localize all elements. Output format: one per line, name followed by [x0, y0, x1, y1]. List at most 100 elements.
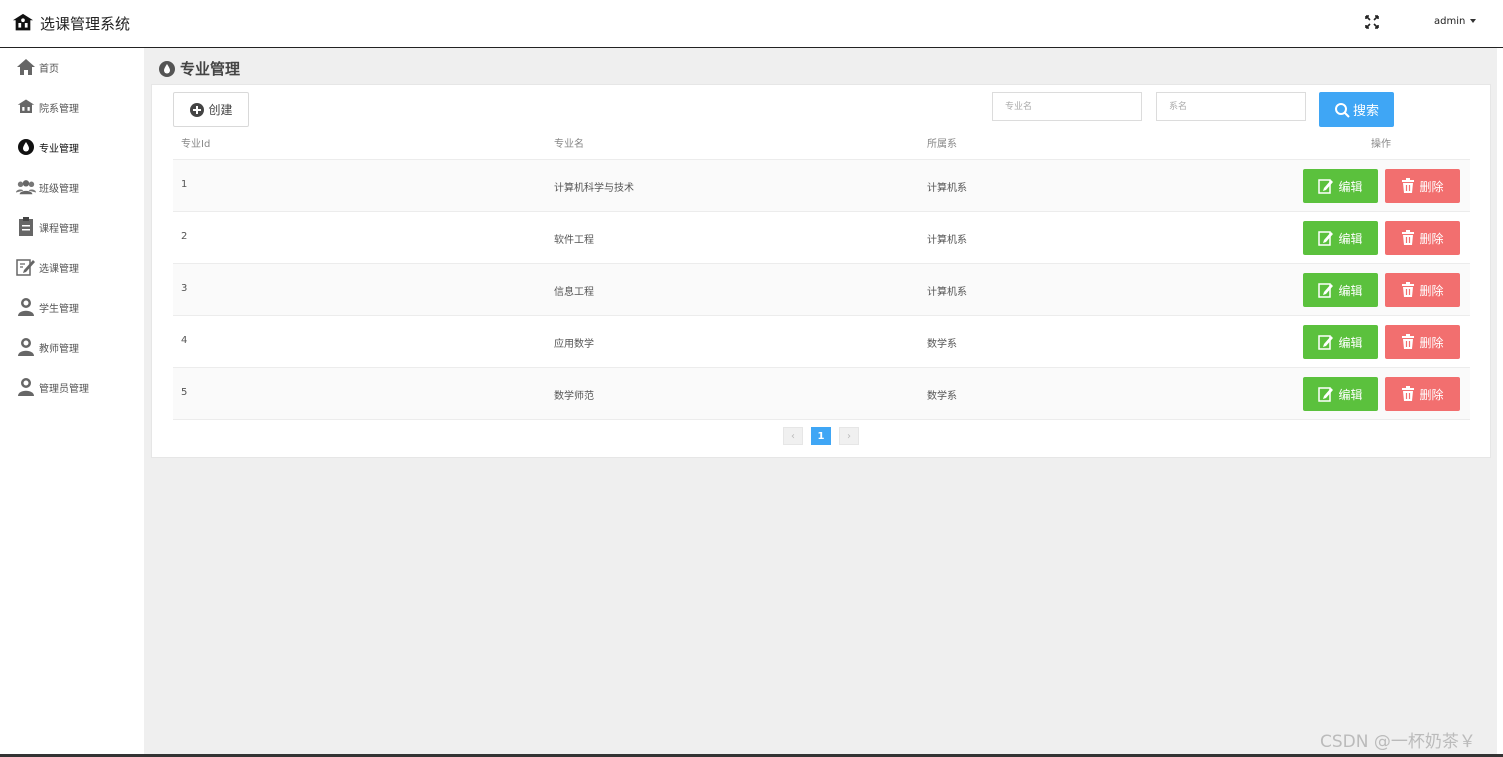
delete-button[interactable]: 删除 — [1385, 273, 1460, 307]
sidebar: 首页 院系管理 专业管理 班级管理 课程管理 选课管理 学生管理 教师管理 管理… — [0, 48, 144, 755]
dept-name-input[interactable] — [1156, 92, 1306, 121]
group-icon — [16, 177, 36, 197]
sidebar-item-teacher[interactable]: 教师管理 — [16, 336, 79, 358]
cell-id: 2 — [181, 231, 188, 242]
drop-icon — [159, 60, 175, 77]
sidebar-item-admin[interactable]: 管理员管理 — [16, 376, 89, 398]
edit-button[interactable]: 编辑 — [1303, 377, 1378, 411]
table-row: 4 应用数学 数学系 编辑 删除 — [173, 316, 1470, 368]
table-header: 专业Id 专业名 所属系 操作 — [173, 125, 1470, 160]
app-title: 选课管理系统 — [40, 14, 131, 33]
edit-label: 编辑 — [1338, 387, 1363, 402]
table-row: 3 信息工程 计算机系 编辑 删除 — [173, 264, 1470, 316]
col-header-actions: 操作 — [1371, 139, 1391, 150]
add-circle-icon — [190, 102, 205, 117]
edit-button[interactable]: 编辑 — [1303, 169, 1378, 203]
trash-icon — [1402, 230, 1415, 245]
delete-button[interactable]: 删除 — [1385, 377, 1460, 411]
edit-note-icon — [16, 257, 36, 277]
delete-button[interactable]: 删除 — [1385, 221, 1460, 255]
sidebar-item-label: 教师管理 — [39, 343, 79, 355]
col-header-name: 专业名 — [554, 139, 584, 150]
school-icon — [12, 13, 34, 31]
cell-name: 信息工程 — [554, 287, 594, 298]
cell-dept: 计算机系 — [927, 287, 967, 298]
trash-icon — [1402, 334, 1415, 349]
sidebar-item-label: 班级管理 — [39, 183, 79, 195]
edit-label: 编辑 — [1338, 335, 1363, 350]
edit-icon — [1318, 231, 1334, 246]
edit-button[interactable]: 编辑 — [1303, 325, 1378, 359]
sidebar-item-major[interactable]: 专业管理 — [16, 136, 79, 158]
sidebar-item-class[interactable]: 班级管理 — [16, 176, 79, 198]
cell-name: 计算机科学与技术 — [554, 183, 634, 194]
delete-button[interactable]: 删除 — [1385, 325, 1460, 359]
next-page-button[interactable]: › — [839, 427, 859, 445]
sidebar-item-label: 首页 — [39, 63, 59, 75]
cell-name: 数学师范 — [554, 391, 594, 402]
sidebar-item-course[interactable]: 课程管理 — [16, 216, 79, 238]
edit-icon — [1318, 387, 1334, 402]
clipboard-icon — [16, 217, 36, 237]
col-header-id: 专业Id — [181, 139, 211, 150]
edit-button[interactable]: 编辑 — [1303, 221, 1378, 255]
watermark: CSDN @一杯奶茶￥ — [1320, 732, 1476, 752]
sidebar-item-label: 学生管理 — [39, 303, 79, 315]
cell-dept: 计算机系 — [927, 235, 967, 246]
page-1-button[interactable]: 1 — [811, 427, 831, 445]
pagination: ‹ 1 › — [783, 427, 867, 445]
cell-id: 4 — [181, 335, 188, 346]
top-header: 选课管理系统 admin — [0, 0, 1503, 48]
sidebar-item-label: 院系管理 — [39, 103, 79, 115]
edit-icon — [1318, 335, 1334, 350]
edit-label: 编辑 — [1338, 283, 1363, 298]
cell-dept: 数学系 — [927, 391, 957, 402]
col-header-dept: 所属系 — [927, 139, 957, 150]
delete-label: 删除 — [1419, 335, 1444, 350]
scrollbar-track[interactable] — [1497, 48, 1503, 755]
table-row: 5 数学师范 数学系 编辑 删除 — [173, 368, 1470, 420]
sidebar-item-home[interactable]: 首页 — [16, 56, 59, 78]
trash-icon — [1402, 178, 1415, 193]
search-label: 搜索 — [1352, 104, 1379, 119]
brand: 选课管理系统 — [12, 12, 130, 34]
sidebar-item-label: 专业管理 — [39, 143, 79, 155]
caret-down-icon — [1470, 19, 1477, 23]
delete-label: 删除 — [1419, 387, 1444, 402]
fullscreen-icon[interactable] — [1364, 14, 1380, 30]
edit-label: 编辑 — [1338, 179, 1363, 194]
search-button[interactable]: 搜索 — [1319, 92, 1394, 127]
major-card: 创建 搜索 专业Id 专业名 所属系 操作 1计算机科学与技术计算机系编辑删除2… — [151, 84, 1491, 458]
user-menu[interactable]: admin — [1434, 16, 1477, 27]
drop-icon — [16, 137, 36, 157]
cell-id: 3 — [181, 283, 188, 294]
user-icon — [16, 377, 36, 397]
create-button[interactable]: 创建 — [173, 92, 249, 127]
edit-button[interactable]: 编辑 — [1303, 273, 1378, 307]
search-icon — [1334, 102, 1350, 118]
school-icon — [16, 97, 36, 117]
page-title-text: 专业管理 — [180, 60, 241, 78]
table-row: 2 软件工程 计算机系 编辑 删除 — [173, 212, 1470, 264]
home-icon — [16, 57, 36, 77]
edit-icon — [1318, 283, 1334, 298]
cell-name: 应用数学 — [554, 339, 594, 350]
major-name-input[interactable] — [992, 92, 1142, 121]
cell-name: 软件工程 — [554, 235, 594, 246]
prev-page-button[interactable]: ‹ — [783, 427, 803, 445]
sidebar-item-selection[interactable]: 选课管理 — [16, 256, 79, 278]
cell-id: 5 — [181, 387, 188, 398]
sidebar-item-student[interactable]: 学生管理 — [16, 296, 79, 318]
sidebar-item-label: 管理员管理 — [39, 383, 89, 395]
page-title: 专业管理 — [158, 58, 240, 79]
delete-label: 删除 — [1419, 179, 1444, 194]
edit-label: 编辑 — [1338, 231, 1363, 246]
edit-icon — [1318, 179, 1334, 194]
user-icon — [16, 297, 36, 317]
cell-id: 1 — [181, 179, 188, 190]
sidebar-item-department[interactable]: 院系管理 — [16, 96, 79, 118]
trash-icon — [1402, 386, 1415, 401]
cell-dept: 数学系 — [927, 339, 957, 350]
create-label: 创建 — [208, 103, 233, 117]
delete-button[interactable]: 删除 — [1385, 169, 1460, 203]
